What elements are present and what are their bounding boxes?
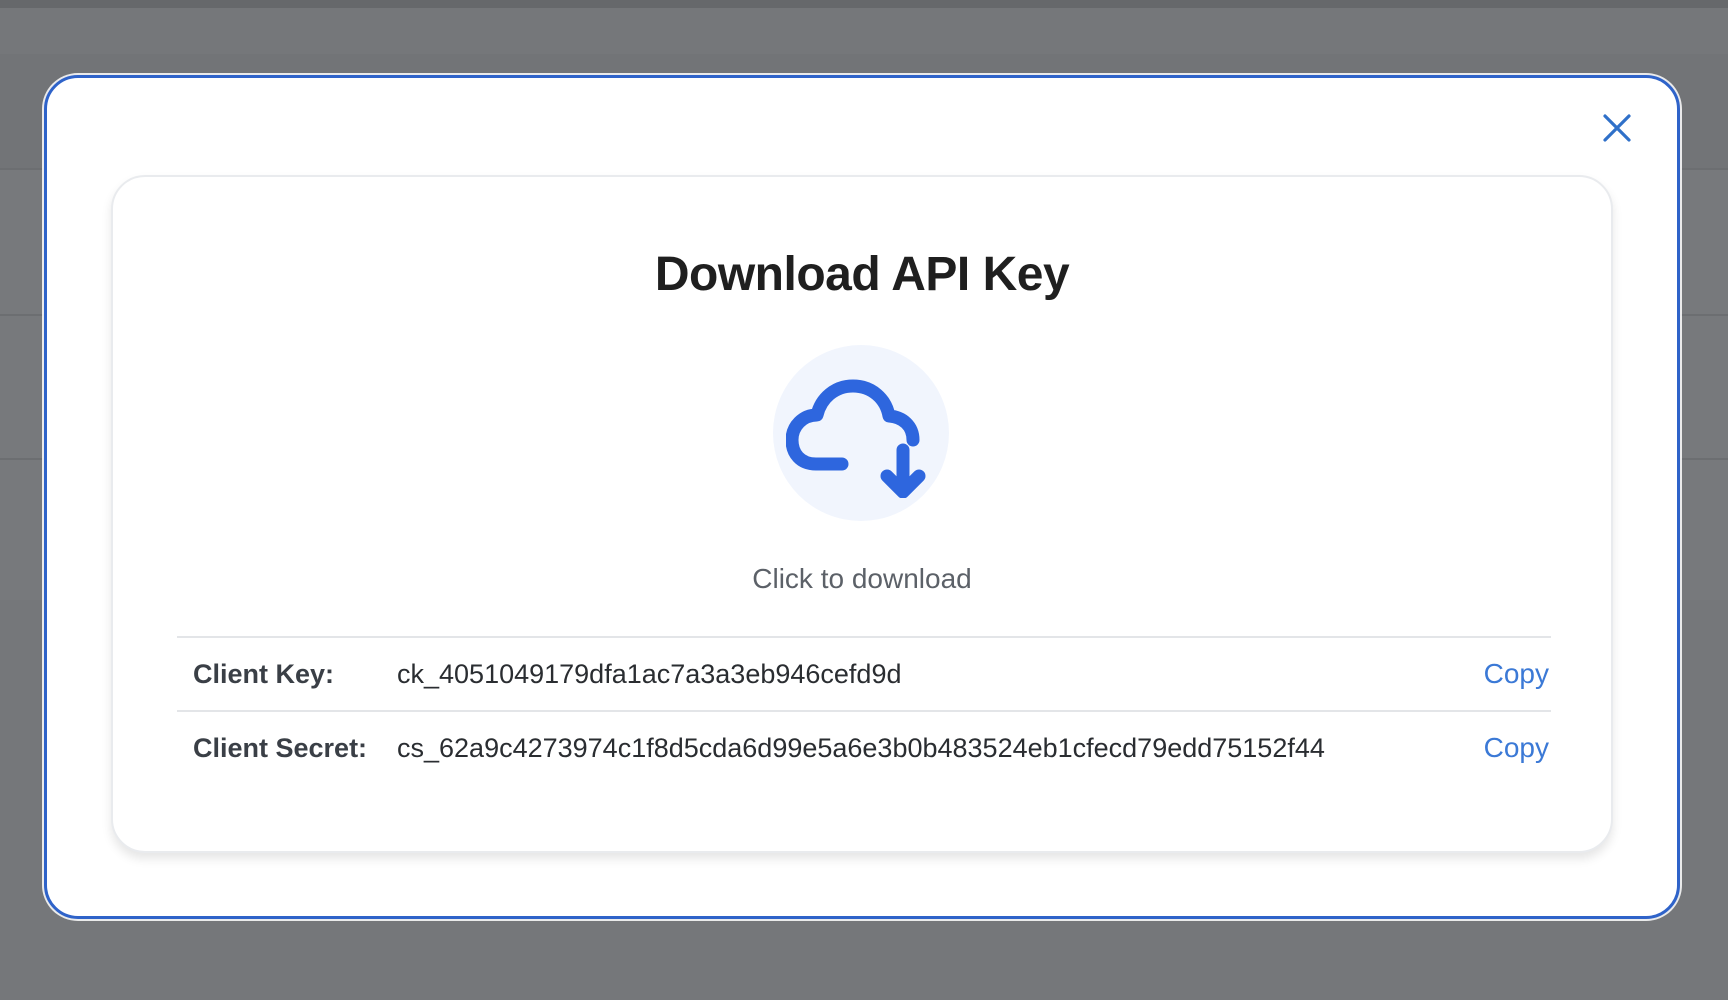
client-key-value: ck_4051049179dfa1ac7a3a3eb946cefd9d <box>397 658 902 689</box>
copy-client-key-button[interactable]: Copy <box>1484 658 1551 690</box>
background-top-bar <box>0 0 1728 8</box>
download-api-key-modal: Download API Key Click to download Clien… <box>44 75 1680 919</box>
client-key-label: Client Key: <box>193 658 335 689</box>
cloud-download-icon <box>786 379 926 498</box>
close-button[interactable] <box>1599 110 1635 146</box>
client-key-row: Client Key: ck_4051049179dfa1ac7a3a3eb94… <box>177 638 1551 710</box>
close-icon <box>1603 114 1631 142</box>
client-secret-row: Client Secret: cs_62a9c4273974c1f8d5cda6… <box>177 712 1551 784</box>
download-button[interactable] <box>773 345 949 521</box>
client-secret-label: Client Secret: <box>193 732 368 763</box>
download-hint: Click to download <box>752 563 972 594</box>
api-key-card: Download API Key Click to download Clien… <box>111 175 1613 853</box>
client-secret-value: cs_62a9c4273974c1f8d5cda6d99e5a6e3b0b483… <box>397 732 1325 763</box>
copy-client-secret-button[interactable]: Copy <box>1484 732 1551 764</box>
modal-title: Download API Key <box>654 248 1070 301</box>
